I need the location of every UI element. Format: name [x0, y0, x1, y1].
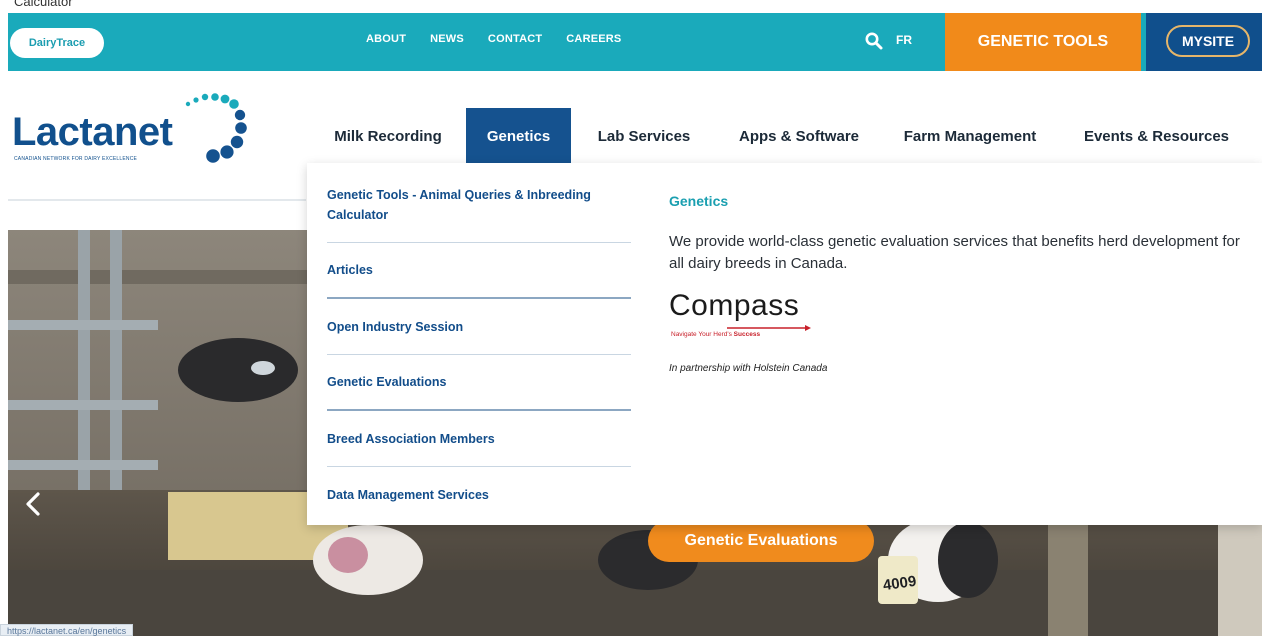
menu-link-breed-association-members[interactable]: Breed Association Members [327, 411, 631, 467]
lactanet-logo[interactable]: Lactanet CANADIAN NETWORK FOR DAIRY EXCE… [12, 90, 262, 180]
top-link-careers[interactable]: CAREERS [566, 33, 621, 45]
nav-events-resources[interactable]: Events & Resources [1059, 108, 1254, 164]
genetics-mega-menu: Genetic Tools - Animal Queries & Inbreed… [307, 163, 1262, 525]
nav-apps-software[interactable]: Apps & Software [717, 108, 881, 164]
language-toggle[interactable]: FR [896, 33, 912, 47]
menu-link-genetic-tools[interactable]: Genetic Tools - Animal Queries & Inbreed… [327, 167, 631, 243]
compass-tagline-emphasis: Success [733, 331, 761, 338]
top-link-contact[interactable]: CONTACT [488, 33, 542, 45]
page-caption: Calculator [14, 0, 73, 9]
top-link-news[interactable]: NEWS [430, 33, 464, 45]
compass-tagline: Navigate Your Herd's Success [671, 331, 760, 338]
top-link-about[interactable]: ABOUT [366, 33, 406, 45]
dairytrace-button[interactable]: DairyTrace [10, 28, 104, 58]
chevron-left-icon[interactable] [22, 488, 46, 520]
main-nav: Milk Recording Genetics Lab Services App… [310, 108, 1254, 164]
logo-dots-icon [185, 93, 247, 163]
genetic-evaluations-cta[interactable]: Genetic Evaluations [648, 520, 874, 562]
compass-wordmark: Compass [669, 289, 800, 322]
menu-link-open-industry-session[interactable]: Open Industry Session [327, 299, 631, 355]
menu-link-genetic-evaluations[interactable]: Genetic Evaluations [327, 355, 631, 411]
logo-wordmark: Lactanet [12, 110, 173, 154]
mysite-area: MYSITE [1146, 13, 1262, 71]
top-utility-bar: DairyTrace ABOUT NEWS CONTACT CAREERS FR… [8, 13, 1262, 71]
search-icon[interactable] [864, 31, 884, 51]
mega-menu-title: Genetics [669, 193, 729, 209]
menu-link-articles[interactable]: Articles [327, 243, 631, 299]
mega-menu-description: We provide world-class genetic evaluatio… [669, 233, 1240, 272]
nav-farm-management[interactable]: Farm Management [881, 108, 1059, 164]
partnership-note: In partnership with Holstein Canada [669, 363, 828, 374]
mega-menu-links: Genetic Tools - Animal Queries & Inbreed… [327, 167, 631, 523]
mysite-button[interactable]: MYSITE [1166, 25, 1250, 57]
nav-lab-services[interactable]: Lab Services [571, 108, 717, 164]
compass-logo: Compass Navigate Your Herd's Success [669, 289, 819, 345]
nav-milk-recording[interactable]: Milk Recording [310, 108, 466, 164]
menu-link-data-management-services[interactable]: Data Management Services [327, 467, 631, 523]
header-divider [8, 199, 306, 201]
status-url: https://lactanet.ca/en/genetics [0, 624, 134, 636]
nav-genetics[interactable]: Genetics [466, 108, 571, 164]
mega-menu-feature: Genetics We provide world-class genetic … [669, 193, 1254, 374]
logo-tagline: CANADIAN NETWORK FOR DAIRY EXCELLENCE [14, 156, 138, 162]
compass-tagline-prefix: Navigate Your Herd's [671, 331, 734, 338]
genetic-tools-button[interactable]: GENETIC TOOLS [945, 13, 1141, 71]
top-links: ABOUT NEWS CONTACT CAREERS [366, 33, 621, 45]
